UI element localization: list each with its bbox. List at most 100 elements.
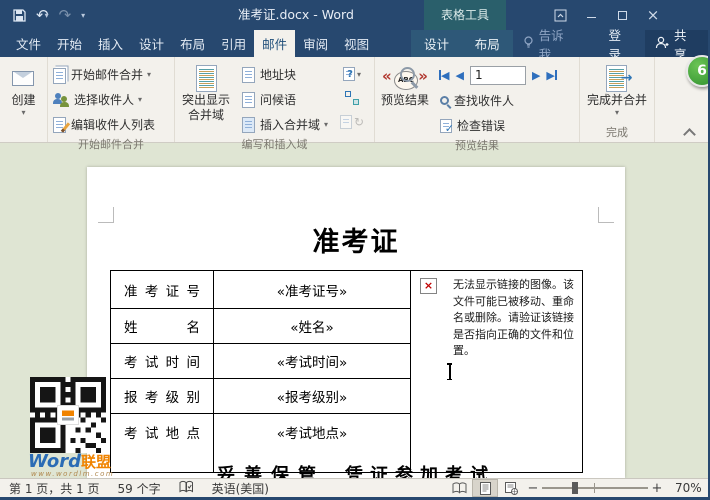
finish-merge-icon: → (606, 65, 627, 92)
minimize-icon[interactable] (582, 6, 600, 24)
tab-view[interactable]: 视图 (336, 30, 377, 57)
check-errors-button[interactable]: ✓ 检查错误 (435, 113, 575, 138)
maximize-icon[interactable] (613, 6, 631, 24)
merge-table[interactable]: 准考证号 «准考证号» × 无法显示链接的图像。该文件可能已被移动、重命名或删除… (110, 270, 583, 473)
qr-code (30, 377, 106, 457)
select-recipients-icon (53, 92, 69, 108)
photo-cell[interactable]: × 无法显示链接的图像。该文件可能已被移动、重命名或删除。请验证该链接是否指向正… (411, 271, 583, 473)
word-count[interactable]: 59 个字 (109, 480, 170, 497)
status-bar: 第 1 页，共 1 页 59 个字 英语(美国) − + 70% (0, 478, 710, 497)
chevron-down-icon: ▾ (357, 71, 361, 79)
edit-recipient-list-icon (53, 117, 66, 133)
broken-image-icon: × (420, 278, 437, 294)
document-area[interactable]: 准考证 准考证号 «准考证号» × 无法显示链接的图像。该文件可能已被移动、重命… (0, 143, 710, 478)
insert-merge-field-button[interactable]: 插入合并域 ▾ (237, 112, 337, 137)
finish-merge-button[interactable]: → 完成并合并 ▾ (582, 60, 652, 117)
broken-image-placeholder: × 无法显示链接的图像。该文件可能已被移动、重命名或删除。请验证该链接是否指向正… (411, 271, 582, 360)
ribbon: 创建 ▾ 开始邮件合并 ▾ 选择收件人 ▾ (0, 57, 710, 143)
address-block-button[interactable]: 地址块 (237, 62, 337, 87)
tab-layout[interactable]: 布局 (172, 30, 213, 57)
start-mail-merge-button[interactable]: 开始邮件合并 ▾ (48, 62, 160, 87)
ribbon-display-options-icon[interactable] (551, 6, 569, 24)
group-start-mail-merge: 开始邮件合并 ▾ 选择收件人 ▾ 编辑收件人列表 开始邮件合并 (48, 57, 175, 142)
tab-references[interactable]: 引用 (213, 30, 254, 57)
highlight-merge-fields-button[interactable]: 突出显示 合并域 (175, 60, 237, 123)
language-indicator[interactable]: 英语(美国) (203, 480, 278, 497)
group-write-insert-fields: 突出显示 合并域 地址块 问候语 插入合并域 ▾ (175, 57, 375, 142)
tell-me-box[interactable]: 告诉我... (513, 30, 597, 57)
first-record-icon[interactable]: ◀ (439, 69, 449, 82)
contextual-tabs: 设计 布局 (411, 30, 512, 57)
document-title[interactable]: 准考证 (87, 220, 625, 259)
chevron-down-icon: ▾ (615, 109, 619, 117)
table-row: 准考证号 «准考证号» × 无法显示链接的图像。该文件可能已被移动、重命名或删除… (111, 271, 583, 309)
match-fields-button[interactable] (337, 86, 367, 110)
find-recipient-label: 查找收件人 (454, 92, 514, 109)
tab-table-layout[interactable]: 布局 (469, 30, 506, 57)
quick-access-toolbar: ↶ ▾ ↷ ▾ (0, 6, 85, 24)
tab-review[interactable]: 审阅 (295, 30, 336, 57)
rules-button[interactable]: ? ▾ (337, 62, 367, 86)
update-labels-icon (340, 115, 352, 129)
share-button[interactable]: 共享 (645, 30, 710, 57)
zoom-level[interactable]: 70% (666, 481, 710, 495)
zoom-slider[interactable] (542, 479, 648, 497)
merge-field-value[interactable]: «姓名» (214, 309, 411, 344)
ribbon-tab-row: 文件 开始 插入 设计 布局 引用 邮件 审阅 视图 设计 布局 告诉我... … (0, 30, 710, 57)
collapse-ribbon-icon[interactable] (685, 127, 694, 136)
create-button[interactable]: 创建 ▾ (6, 60, 40, 117)
proofing-icon[interactable] (170, 480, 203, 497)
zoom-slider-thumb[interactable] (572, 482, 578, 494)
previous-record-icon[interactable]: ◀ (455, 69, 463, 82)
tab-mailings[interactable]: 邮件 (254, 30, 295, 57)
merge-field-value[interactable]: «报考级别» (214, 379, 411, 414)
save-icon[interactable] (13, 9, 26, 22)
insert-merge-field-label: 插入合并域 (260, 116, 320, 133)
tab-file[interactable]: 文件 (8, 30, 49, 57)
merge-field-value[interactable]: «考试时间» (214, 344, 411, 379)
read-mode-icon[interactable] (446, 479, 472, 497)
rules-icon: ? (343, 67, 355, 81)
last-record-icon[interactable]: ▶ (546, 69, 556, 82)
share-person-icon (655, 36, 669, 52)
edit-recipient-list-button[interactable]: 编辑收件人列表 (48, 112, 160, 137)
row-label[interactable]: 准考证号 (111, 271, 214, 309)
merge-field-value[interactable]: «准考证号» (214, 271, 411, 309)
address-block-icon (242, 67, 255, 83)
undo-dropdown-icon[interactable]: ▾ (45, 11, 49, 20)
row-label[interactable]: 姓名 (111, 309, 214, 344)
sign-in-button[interactable]: 登录 (597, 30, 645, 57)
select-recipients-button[interactable]: 选择收件人 ▾ (48, 87, 160, 112)
close-icon[interactable]: × (644, 6, 662, 24)
tab-home[interactable]: 开始 (49, 30, 90, 57)
document-page[interactable]: 准考证 准考证号 «准考证号» × 无法显示链接的图像。该文件可能已被移动、重命… (87, 167, 625, 478)
zoom-in-icon[interactable]: + (648, 481, 666, 496)
greeting-line-button[interactable]: 问候语 (237, 87, 337, 112)
tab-table-design[interactable]: 设计 (418, 30, 455, 57)
record-input[interactable] (470, 66, 526, 85)
row-label[interactable]: 报考级别 (111, 379, 214, 414)
preview-results-button[interactable]: «ABC» 预览结果 (375, 60, 435, 108)
web-layout-icon[interactable] (498, 479, 524, 497)
find-recipient-button[interactable]: 查找收件人 (435, 88, 575, 113)
print-layout-icon[interactable] (472, 479, 498, 497)
redo-icon: ↷ (59, 6, 72, 24)
broken-image-text: 无法显示链接的图像。该文件可能已被移动、重命名或删除。请验证该链接是否指向正确的… (453, 277, 576, 360)
match-fields-icon (345, 91, 359, 105)
page-indicator[interactable]: 第 1 页，共 1 页 (0, 480, 109, 497)
check-errors-label: 检查错误 (457, 117, 505, 134)
insert-merge-field-icon (242, 117, 255, 133)
next-record-icon[interactable]: ▶ (532, 69, 540, 82)
tab-design[interactable]: 设计 (131, 30, 172, 57)
watermark-logo: Word联盟 (28, 451, 111, 472)
qat-customize-icon[interactable]: ▾ (81, 11, 85, 20)
watermark-url: www.wordlm.com (31, 470, 114, 478)
greeting-line-icon (242, 92, 255, 108)
tab-insert[interactable]: 插入 (90, 30, 131, 57)
highlight-label-line2: 合并域 (188, 108, 224, 123)
zoom-out-icon[interactable]: − (524, 481, 542, 496)
row-label[interactable]: 考试时间 (111, 344, 214, 379)
update-labels-button: ↻ (337, 110, 367, 134)
finish-merge-label: 完成并合并 (587, 93, 647, 108)
title-bar: ↶ ▾ ↷ ▾ 准考证.docx - Word 表格工具 × (0, 0, 710, 30)
